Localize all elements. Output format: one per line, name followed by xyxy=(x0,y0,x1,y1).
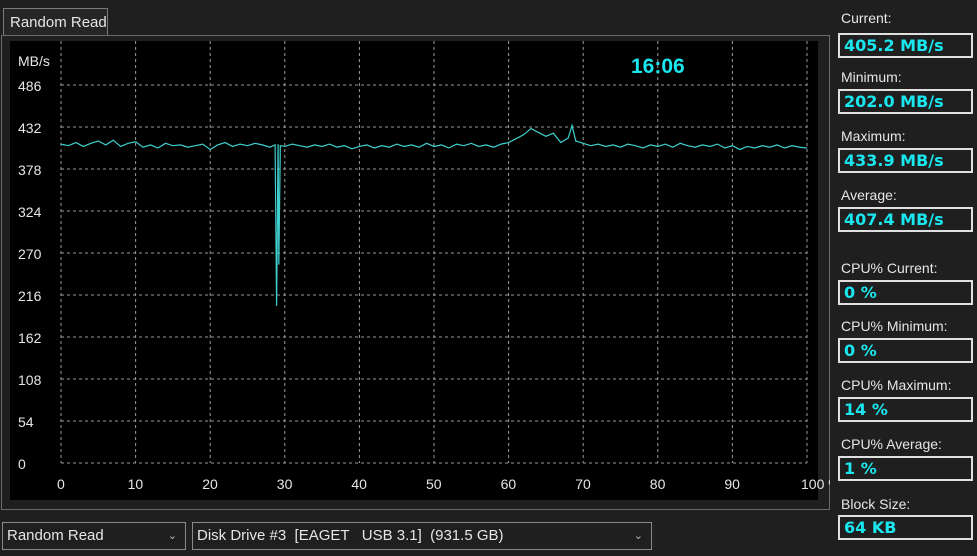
drive-value: Disk Drive #3 [EAGET USB 3.1] (931.5 GB) xyxy=(197,527,504,544)
stat-value: 1 % xyxy=(838,456,973,481)
x-tick-label: 60 xyxy=(501,476,517,492)
y-tick-label: 216 xyxy=(18,288,42,304)
y-tick-label: 432 xyxy=(18,120,42,136)
x-tick-label: 50 xyxy=(426,476,442,492)
x-tick-label: 100 % xyxy=(801,476,830,492)
stat-value: 405.2 MB/s xyxy=(838,33,973,58)
stat-label: CPU% Current: xyxy=(841,260,938,276)
x-tick-label: 10 xyxy=(128,476,144,492)
y-tick-label: 324 xyxy=(18,204,42,220)
stat-value: 64 KB xyxy=(838,515,973,540)
x-tick-label: 0 xyxy=(57,476,65,492)
clock-readout: 16:06 xyxy=(631,55,685,78)
stat-value: 407.4 MB/s xyxy=(838,207,973,232)
stat-label: CPU% Average: xyxy=(841,436,942,452)
stat-value: 433.9 MB/s xyxy=(838,148,973,173)
drive-select[interactable]: Disk Drive #3 [EAGET USB 3.1] (931.5 GB)… xyxy=(192,522,652,550)
y-tick-label: 108 xyxy=(18,372,42,388)
stat-label: Average: xyxy=(841,187,897,203)
x-tick-label: 80 xyxy=(650,476,666,492)
stat-value: 0 % xyxy=(838,338,973,363)
throughput-chart: 486 432 378 324 270 216 162 108 54 0 MB/s 0 10 20 30 40… xyxy=(18,41,830,492)
test-type-select[interactable]: Random Read ⌄ xyxy=(2,522,186,550)
y-tick-label: 54 xyxy=(18,414,34,430)
stat-value: 14 % xyxy=(838,397,973,422)
tab-random-read[interactable]: Random Read xyxy=(3,8,108,35)
stat-label: Minimum: xyxy=(841,69,902,85)
stat-label: CPU% Minimum: xyxy=(841,318,948,334)
x-tick-label: 20 xyxy=(202,476,218,492)
chevron-down-icon: ⌄ xyxy=(633,530,643,542)
x-tick-label: 30 xyxy=(277,476,293,492)
test-type-value: Random Read xyxy=(7,527,104,544)
stat-label: Maximum: xyxy=(841,128,906,144)
stat-label: Block Size: xyxy=(841,496,911,512)
stat-value: 202.0 MB/s xyxy=(838,89,973,114)
stat-value: 0 % xyxy=(838,280,973,305)
y-tick-label: 486 xyxy=(18,78,42,94)
y-tick-label: 162 xyxy=(18,330,42,346)
y-tick-label: 378 xyxy=(18,162,42,178)
stat-label: CPU% Maximum: xyxy=(841,377,952,393)
y-axis-label: MB/s xyxy=(18,53,50,69)
x-tick-label: 70 xyxy=(575,476,591,492)
x-tick-label: 90 xyxy=(724,476,740,492)
y-tick-label: 270 xyxy=(18,246,42,262)
chevron-down-icon: ⌄ xyxy=(167,530,177,542)
x-tick-label: 40 xyxy=(351,476,367,492)
stat-label: Current: xyxy=(841,10,892,26)
y-tick-label: 0 xyxy=(18,456,26,472)
